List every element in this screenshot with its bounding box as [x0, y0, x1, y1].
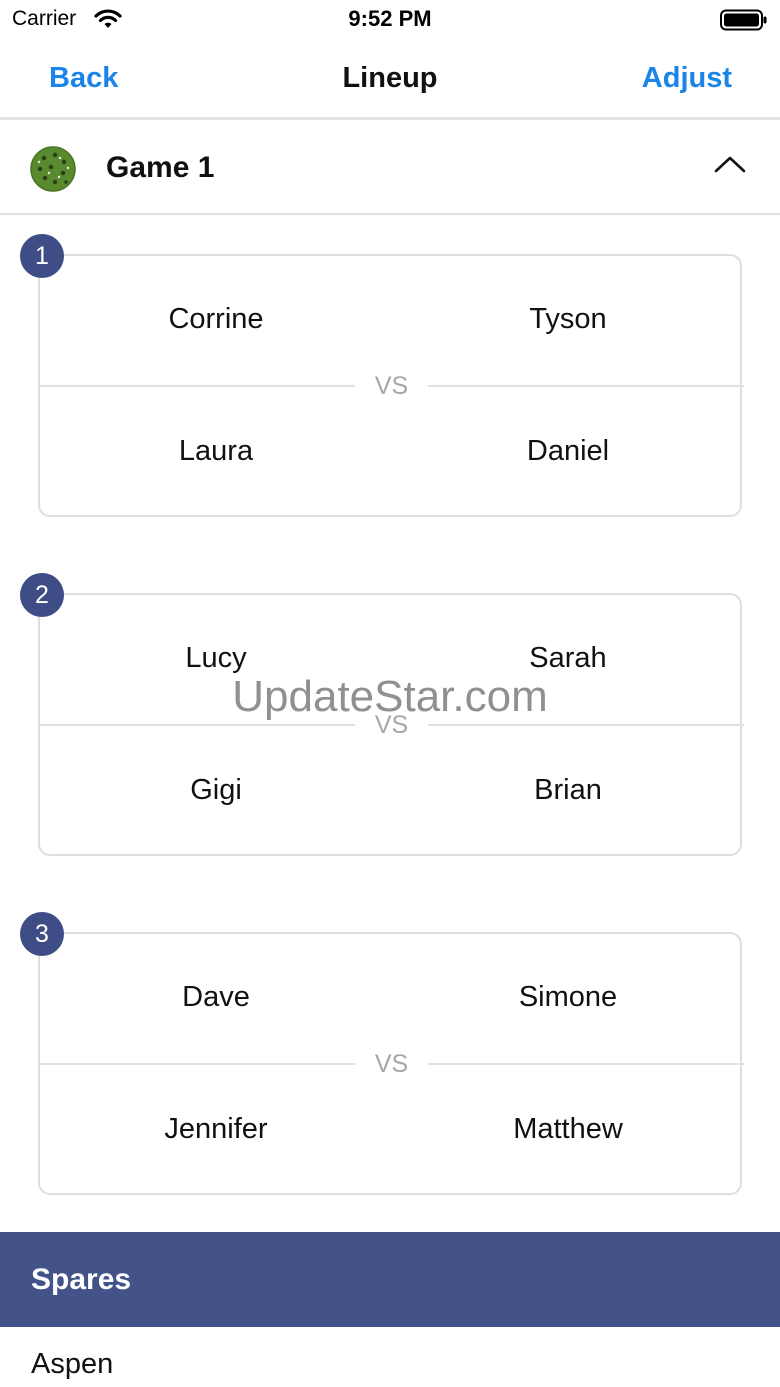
court-card: 2 Lucy Sarah VS Gigi Brian — [20, 573, 744, 856]
player-name[interactable]: Sarah — [392, 642, 744, 675]
player-name[interactable]: Lucy — [40, 642, 392, 675]
spare-player-name: Aspen — [31, 1348, 114, 1380]
court-number-badge: 1 — [20, 234, 64, 278]
divider — [40, 724, 355, 726]
vs-label: VS — [374, 372, 409, 400]
player-name[interactable]: Simone — [392, 981, 744, 1014]
player-name[interactable]: Gigi — [40, 774, 392, 807]
clock: 9:52 PM — [348, 6, 432, 31]
player-name[interactable]: Daniel — [392, 435, 744, 468]
player-name[interactable]: Laura — [40, 435, 392, 468]
navigation-bar: Back Lineup Adjust — [0, 40, 780, 120]
court-card: 3 Dave Simone VS Jennifer Matthew — [20, 912, 744, 1195]
court-card: 1 Corrine Tyson VS Laura Daniel — [20, 234, 744, 517]
player-name[interactable]: Matthew — [392, 1113, 744, 1146]
player-name[interactable]: Corrine — [40, 303, 392, 336]
spares-title: Spares — [31, 1263, 132, 1296]
court-number-badge: 3 — [20, 912, 64, 956]
pickleball-icon — [30, 146, 76, 197]
vs-label: VS — [374, 1050, 409, 1078]
divider — [428, 385, 744, 387]
battery-icon — [720, 9, 768, 36]
chevron-up-icon[interactable] — [714, 155, 746, 178]
game-section-header[interactable]: Game 1 — [0, 123, 780, 215]
divider — [428, 1063, 744, 1065]
player-name[interactable]: Jennifer — [40, 1113, 392, 1146]
status-bar: Carrier 9:52 PM — [0, 0, 780, 40]
player-name[interactable]: Brian — [392, 774, 744, 807]
player-name[interactable]: Tyson — [392, 303, 744, 336]
court-number-badge: 2 — [20, 573, 64, 617]
spares-section-header: Spares — [0, 1232, 780, 1327]
game-title: Game 1 — [106, 151, 215, 184]
divider — [40, 385, 355, 387]
divider — [428, 724, 744, 726]
list-item[interactable]: Aspen — [0, 1327, 780, 1387]
adjust-button[interactable]: Adjust — [642, 62, 732, 95]
divider — [40, 1063, 355, 1065]
player-name[interactable]: Dave — [40, 981, 392, 1014]
vs-label: VS — [374, 711, 409, 739]
